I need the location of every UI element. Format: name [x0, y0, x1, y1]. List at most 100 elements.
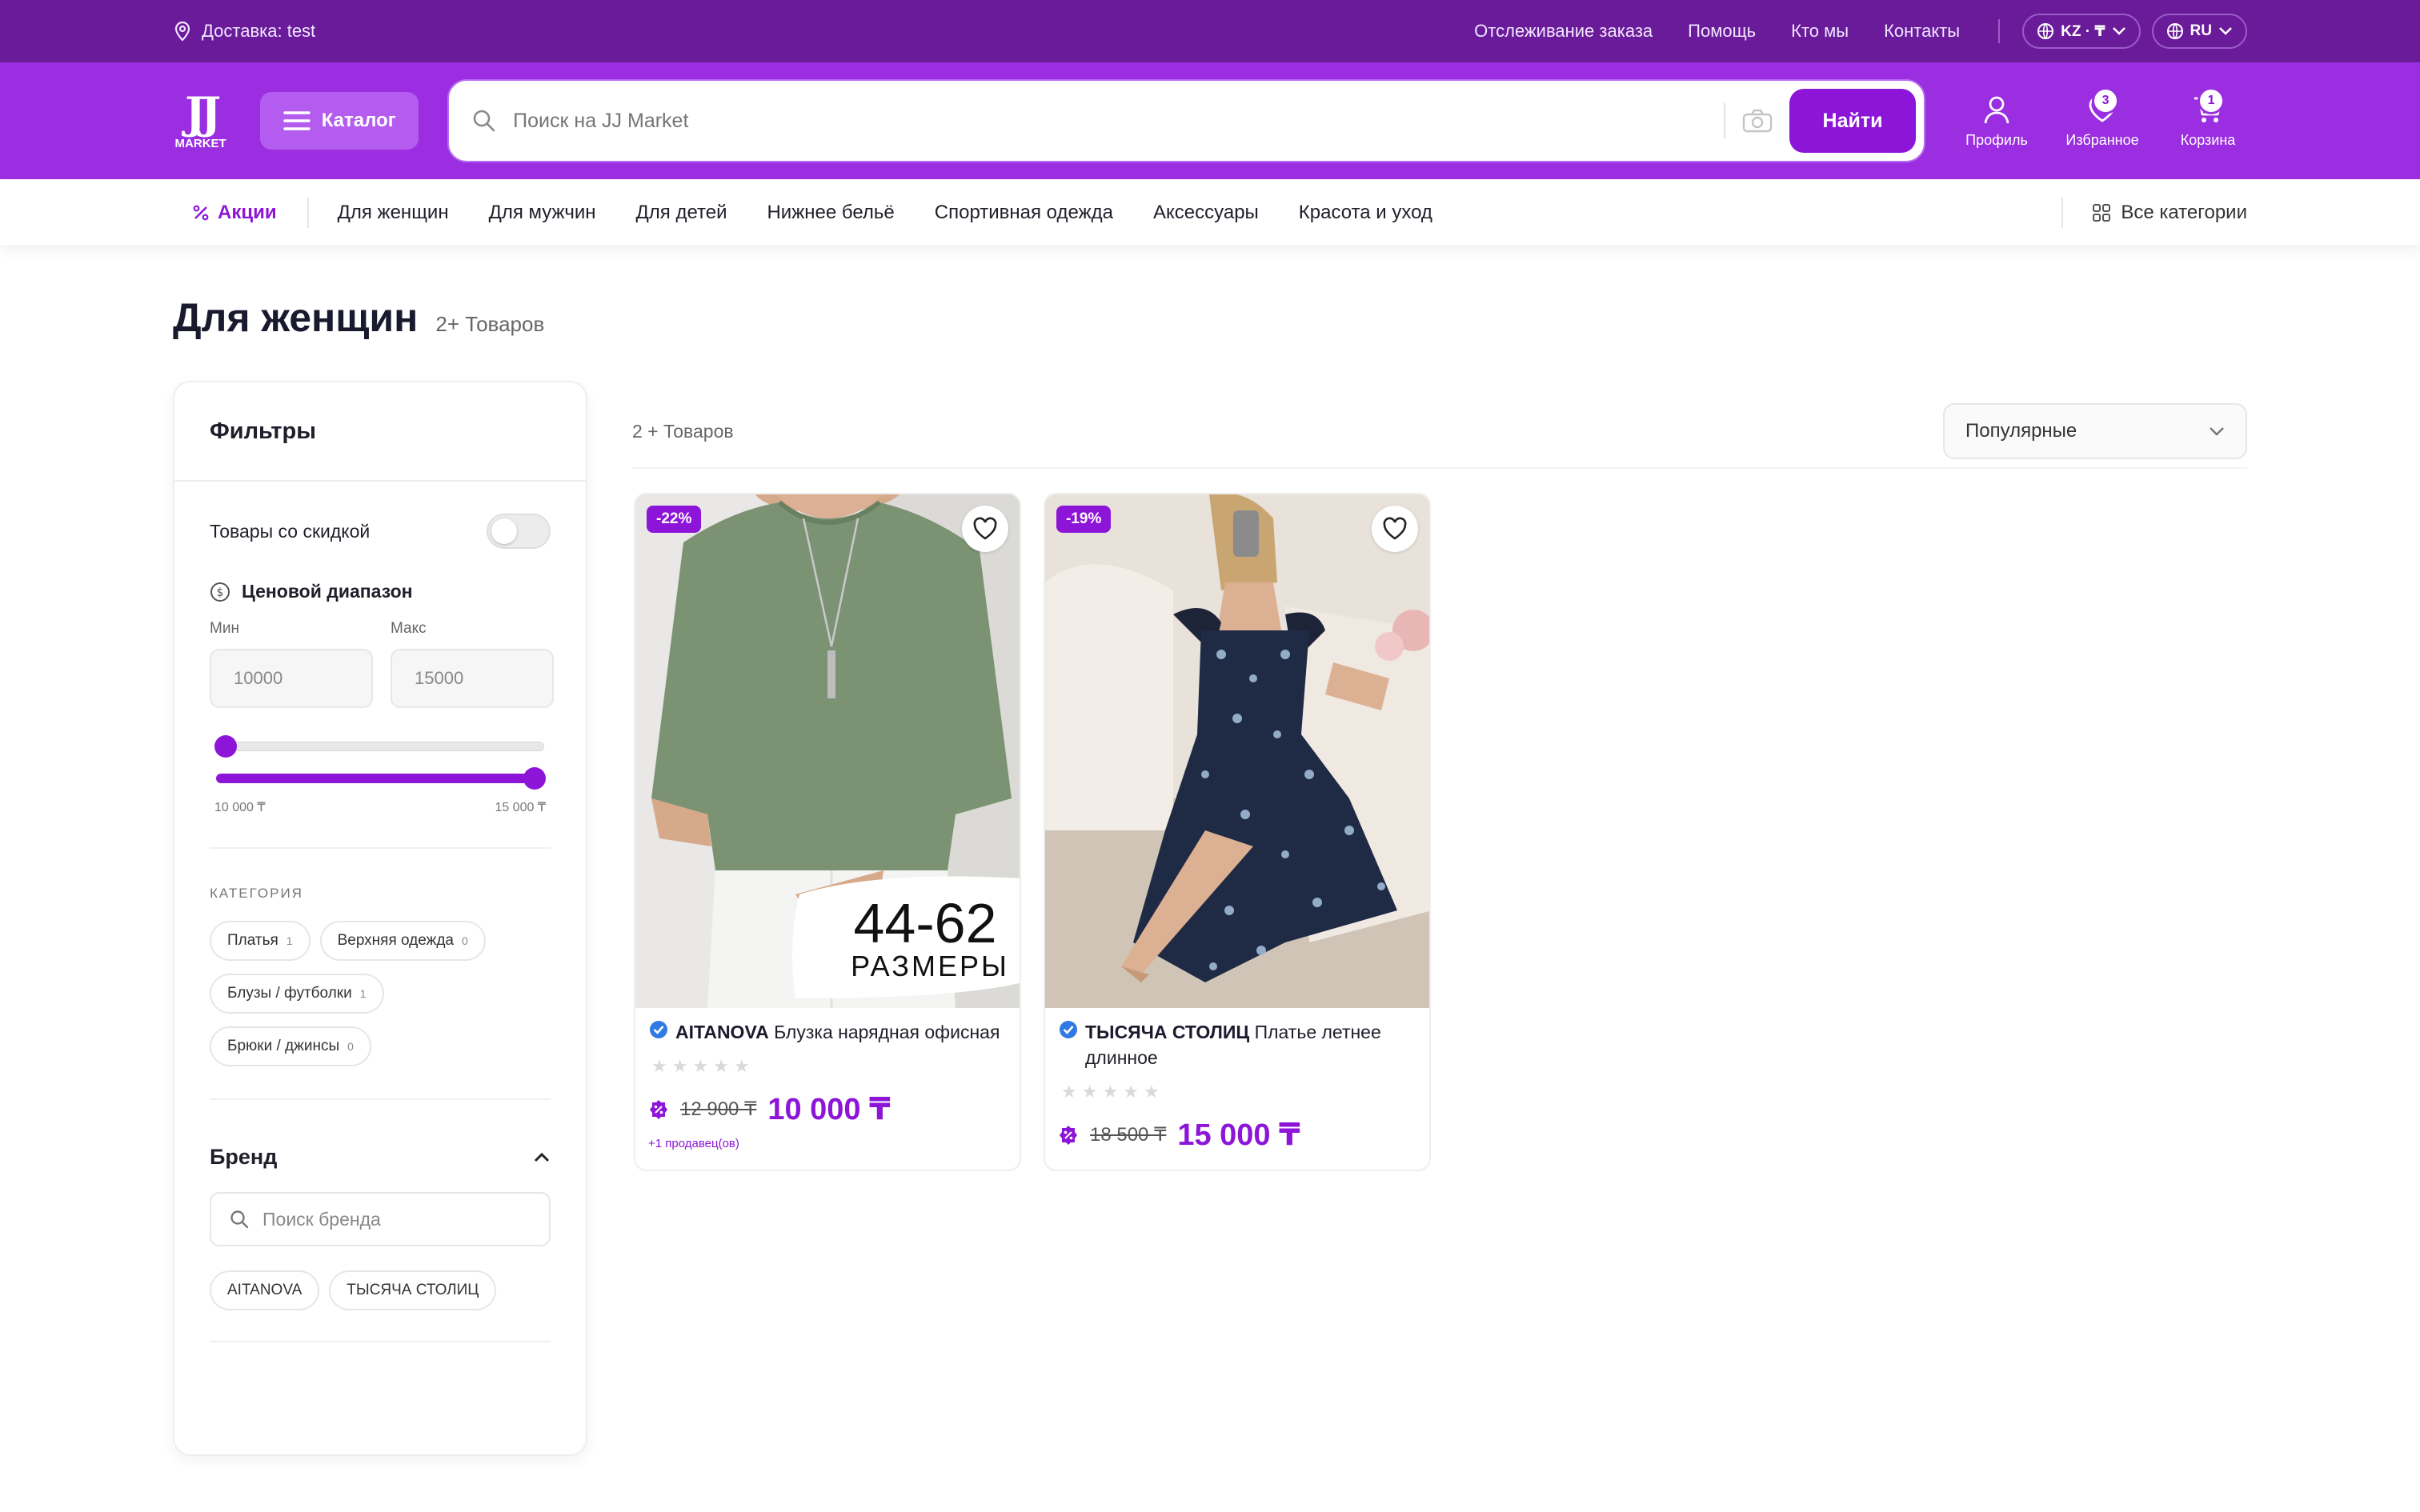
chip-label: AITANOVA: [227, 1282, 302, 1298]
product-title[interactable]: ТЫСЯЧА СТОЛИЦ Платье летнее длинное: [1058, 1019, 1416, 1070]
nav-item-accessories[interactable]: Аксессуары: [1153, 202, 1259, 224]
filters-panel: Фильтры Товары со скидкой $ Ценовой диап…: [173, 381, 587, 1456]
product-photo-dress: [1045, 494, 1429, 1008]
favorites-label: Избранное: [2065, 131, 2139, 148]
size-range-overlay: 44-62: [853, 892, 996, 954]
dollar-circle-icon: $: [210, 582, 230, 602]
product-card[interactable]: 44-62 РАЗМЕРЫ -22% AITANOVA Блузка наряд…: [634, 493, 1021, 1171]
sort-dropdown[interactable]: Популярные: [1943, 403, 2247, 459]
category-chip-blouses[interactable]: Блузы / футболки 1: [210, 974, 384, 1014]
chip-label: Брюки / джинсы: [227, 1038, 340, 1054]
profile-label: Профиль: [1965, 131, 2028, 148]
search-input[interactable]: [513, 109, 1709, 133]
nav-promo-label: Акции: [218, 201, 277, 223]
slider-track-top: [216, 742, 544, 751]
header-actions: Профиль 3 Избранное 1 Корзина: [1957, 86, 2247, 149]
favorites-button[interactable]: 3 Избранное: [2063, 86, 2142, 149]
language-selector[interactable]: RU: [2151, 14, 2247, 49]
product-title[interactable]: AITANOVA Блузка нарядная офисная: [648, 1019, 1007, 1045]
chip-count: 1: [286, 934, 293, 947]
link-contacts[interactable]: Контакты: [1884, 21, 1960, 42]
price-range-header: $ Ценовой диапазон: [174, 581, 586, 602]
brand-search-field[interactable]: Поиск бренда: [210, 1192, 551, 1246]
search-icon: [473, 110, 495, 132]
favorite-button[interactable]: [962, 506, 1008, 552]
link-about[interactable]: Кто мы: [1791, 21, 1849, 42]
discount-badge: -22%: [647, 506, 702, 533]
link-order-tracking[interactable]: Отслеживание заказа: [1474, 21, 1653, 42]
star-icon: ★: [671, 1056, 688, 1076]
nav-promo[interactable]: Акции: [173, 197, 309, 228]
chip-count: 0: [347, 1040, 354, 1053]
logo-market: MARKET: [174, 136, 226, 150]
camera-icon[interactable]: [1741, 108, 1773, 134]
grid-icon: [2093, 203, 2111, 222]
logo-jj: JJ: [185, 86, 221, 138]
category-chip-outerwear[interactable]: Верхняя одежда 0: [319, 921, 486, 961]
menu-icon: [283, 111, 311, 130]
svg-text:$: $: [217, 586, 224, 599]
star-icon: ★: [1102, 1082, 1119, 1102]
profile-button[interactable]: Профиль: [1957, 94, 2036, 149]
sellers-link[interactable]: +1 продавец(ов): [648, 1137, 1007, 1150]
heart-icon: [1383, 517, 1407, 540]
heart-icon: [973, 517, 997, 540]
results-toolbar: 2 + Товаров Популярные: [632, 395, 2247, 469]
chevron-up-icon: [534, 1152, 550, 1162]
product-brand: ТЫСЯЧА СТОЛИЦ: [1085, 1022, 1250, 1042]
price-row: 18 500 ₸ 15 000 ₸: [1058, 1117, 1416, 1153]
product-image[interactable]: -19%: [1045, 494, 1429, 1008]
star-icon: ★: [1061, 1082, 1077, 1102]
filters-divider: [210, 1098, 551, 1100]
user-icon: [1984, 96, 2009, 123]
star-icon: ★: [1143, 1082, 1160, 1102]
slider-handle-max[interactable]: [523, 767, 546, 790]
price-min-input[interactable]: 10000: [210, 649, 373, 708]
nav-item-kids[interactable]: Для детей: [636, 202, 727, 224]
size-label-overlay: РАЗМЕРЫ: [851, 950, 1009, 982]
product-image[interactable]: 44-62 РАЗМЕРЫ -22%: [635, 494, 1020, 1008]
nav-item-underwear[interactable]: Нижнее бельё: [767, 202, 894, 224]
price-max-input[interactable]: 15000: [391, 649, 554, 708]
link-help[interactable]: Помощь: [1688, 21, 1756, 42]
search-button[interactable]: Найти: [1789, 89, 1917, 153]
rating-stars: ★ ★ ★ ★ ★: [1061, 1082, 1416, 1102]
page-heading: Для женщин 2+ Товаров: [173, 294, 544, 341]
brand-chip-tysyacha-stolits[interactable]: ТЫСЯЧА СТОЛИЦ: [329, 1270, 497, 1310]
product-name: Блузка нарядная офисная: [774, 1022, 1000, 1042]
nav-item-women[interactable]: Для женщин: [338, 202, 449, 224]
filters-divider: [210, 847, 551, 849]
all-categories-button[interactable]: Все категории: [2061, 197, 2247, 228]
cart-button[interactable]: 1 Корзина: [2169, 86, 2247, 149]
favorite-button[interactable]: [1372, 506, 1418, 552]
chip-label: Платья: [227, 932, 278, 949]
logo[interactable]: JJ MARKET: [173, 89, 228, 153]
product-card[interactable]: -19% ТЫСЯЧА СТОЛИЦ Платье летнее длинное…: [1044, 493, 1431, 1171]
nav-item-sportswear[interactable]: Спортивная одежда: [935, 202, 1113, 224]
brand-section-header[interactable]: Бренд: [174, 1145, 586, 1170]
current-price: 10 000 ₸: [767, 1093, 891, 1126]
chevron-down-icon: [2112, 27, 2126, 35]
category-chip-dresses[interactable]: Платья 1: [210, 921, 311, 961]
catalog-label: Каталог: [321, 110, 396, 131]
catalog-button[interactable]: Каталог: [260, 92, 419, 150]
brand-header: Бренд: [210, 1145, 278, 1169]
brand-chips: AITANOVA ТЫСЯЧА СТОЛИЦ: [174, 1270, 586, 1323]
price-slider[interactable]: [174, 732, 586, 790]
globe-icon: [2166, 23, 2183, 39]
verified-icon: [1060, 1021, 1077, 1038]
nav-item-men[interactable]: Для мужчин: [489, 202, 596, 224]
region-selector[interactable]: KZ · ₸: [2022, 14, 2141, 49]
nav-item-beauty[interactable]: Красота и уход: [1299, 202, 1432, 224]
category-chip-pants[interactable]: Брюки / джинсы 0: [210, 1026, 371, 1066]
slider-handle-min[interactable]: [214, 735, 237, 758]
chevron-down-icon: [2210, 427, 2224, 436]
top-bar: Доставка: test Отслеживание заказа Помощ…: [0, 0, 2420, 62]
delivery-location[interactable]: Доставка: test: [173, 21, 315, 42]
discount-filter-row: Товары со скидкой: [174, 514, 586, 549]
discount-toggle[interactable]: [487, 514, 551, 549]
sort-label: Популярные: [1965, 420, 2077, 442]
slider-min-label: 10 000 ₸: [214, 801, 266, 814]
brand-chip-aitanova[interactable]: AITANOVA: [210, 1270, 320, 1310]
nav-items: Для женщин Для мужчин Для детей Нижнее б…: [338, 202, 1432, 224]
